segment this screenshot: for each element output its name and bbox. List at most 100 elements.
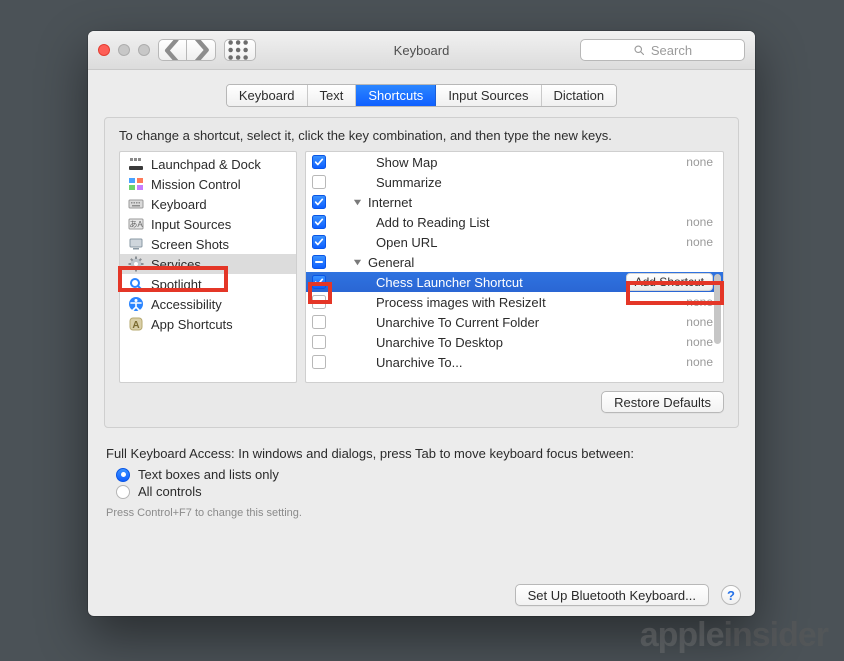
- row-label: Internet: [368, 195, 412, 210]
- shortcut-value: none: [686, 215, 713, 229]
- close-window-button[interactable]: [98, 44, 110, 56]
- tab-keyboard[interactable]: Keyboard: [227, 85, 308, 106]
- tree-item[interactable]: Summarize: [306, 172, 723, 192]
- category-keyboard[interactable]: Keyboard: [120, 194, 296, 214]
- show-all-button[interactable]: [224, 39, 256, 61]
- checkbox[interactable]: [312, 355, 326, 369]
- radio-on[interactable]: [116, 468, 130, 482]
- chevron-right-icon: [187, 39, 215, 61]
- tab-dictation[interactable]: Dictation: [542, 85, 617, 106]
- checkbox[interactable]: [312, 155, 326, 169]
- shortcut-value: none: [686, 295, 713, 309]
- setup-bluetooth-button[interactable]: Set Up Bluetooth Keyboard...: [515, 584, 709, 606]
- tree-item[interactable]: Add to Reading List none: [306, 212, 723, 232]
- svg-text:A: A: [132, 320, 139, 331]
- category-app-shortcuts[interactable]: A App Shortcuts: [120, 314, 296, 334]
- category-label: Services: [151, 257, 201, 272]
- disclosure-triangle-icon[interactable]: [352, 198, 362, 207]
- radio-text-boxes[interactable]: Text boxes and lists only: [116, 467, 737, 482]
- restore-defaults-button[interactable]: Restore Defaults: [601, 391, 724, 413]
- category-mission-control[interactable]: Mission Control: [120, 174, 296, 194]
- shortcut-value: none: [686, 355, 713, 369]
- disclosure-triangle-icon[interactable]: [352, 258, 362, 267]
- row-label: Open URL: [376, 235, 437, 250]
- checkbox[interactable]: [312, 335, 326, 349]
- search-icon: [633, 44, 645, 56]
- category-spotlight[interactable]: Spotlight: [120, 274, 296, 294]
- scrollbar[interactable]: [712, 154, 721, 380]
- category-label: App Shortcuts: [151, 317, 233, 332]
- tree-item[interactable]: Unarchive To Current Folder none: [306, 312, 723, 332]
- row-label: General: [368, 255, 414, 270]
- tree-group[interactable]: General: [306, 252, 723, 272]
- row-label: Summarize: [376, 175, 442, 190]
- tree-item[interactable]: Process images with ResizeItnone: [306, 292, 723, 312]
- checkbox[interactable]: [312, 175, 326, 189]
- category-label: Screen Shots: [151, 237, 229, 252]
- category-screen-shots[interactable]: Screen Shots: [120, 234, 296, 254]
- accessibility-icon: [128, 296, 144, 312]
- radio-all-controls[interactable]: All controls: [116, 484, 737, 499]
- tree-item[interactable]: Chess Launcher Shortcut Add Shortcut: [306, 272, 723, 292]
- category-label: Keyboard: [151, 197, 207, 212]
- shortcut-value: none: [686, 315, 713, 329]
- search-field[interactable]: Search: [580, 39, 745, 61]
- checkbox[interactable]: [312, 295, 326, 309]
- shortcut-value: none: [686, 335, 713, 349]
- row-label: Chess Launcher Shortcut: [376, 275, 523, 290]
- spotlight-icon: [128, 276, 144, 292]
- row-label: Unarchive To Current Folder: [376, 315, 539, 330]
- watermark: appleinsider: [640, 616, 828, 655]
- full-keyboard-access: Full Keyboard Access: In windows and dia…: [106, 446, 737, 519]
- category-services[interactable]: Services: [120, 254, 296, 274]
- chevron-left-icon: [159, 39, 186, 61]
- tree-item[interactable]: Show Mapnone: [306, 152, 723, 172]
- category-launchpad-dock[interactable]: Launchpad & Dock: [120, 154, 296, 174]
- row-label: Unarchive To Desktop: [376, 335, 503, 350]
- minimize-window-button[interactable]: [118, 44, 130, 56]
- shortcuts-tree[interactable]: Show Mapnone Summarize Internet Add to Read…: [305, 151, 724, 383]
- checkbox[interactable]: [312, 275, 326, 289]
- help-button[interactable]: ?: [721, 585, 741, 605]
- zoom-window-button[interactable]: [138, 44, 150, 56]
- add-shortcut-button[interactable]: Add Shortcut: [626, 273, 713, 291]
- keyboard-icon: [128, 196, 144, 212]
- shortcut-value: none: [686, 155, 713, 169]
- category-label: Mission Control: [151, 177, 241, 192]
- tab-text[interactable]: Text: [308, 85, 357, 106]
- checkbox[interactable]: [312, 235, 326, 249]
- input-sources-icon: あA: [128, 216, 144, 232]
- forward-button[interactable]: [187, 40, 215, 60]
- checkbox[interactable]: [312, 215, 326, 229]
- app-shortcuts-icon: A: [128, 316, 144, 332]
- category-input-sources[interactable]: あAInput Sources: [120, 214, 296, 234]
- scrollbar-thumb[interactable]: [714, 274, 721, 344]
- tree-item[interactable]: Unarchive To Desktop none: [306, 332, 723, 352]
- category-label: Launchpad & Dock: [151, 157, 261, 172]
- mission-control-icon: [128, 176, 144, 192]
- search-placeholder: Search: [651, 43, 692, 58]
- tab-shortcuts[interactable]: Shortcuts: [356, 85, 436, 106]
- fka-title: Full Keyboard Access: In windows and dia…: [106, 446, 737, 461]
- shortcuts-panel: To change a shortcut, select it, click t…: [104, 117, 739, 428]
- grid-icon: [225, 35, 255, 65]
- window-controls: [98, 44, 150, 56]
- categories-list[interactable]: Launchpad & Dock Mission Control Keyboard あ…: [119, 151, 297, 383]
- radio-label: Text boxes and lists only: [138, 467, 279, 482]
- tree-group[interactable]: Internet: [306, 192, 723, 212]
- checkbox[interactable]: [312, 315, 326, 329]
- category-label: Spotlight: [151, 277, 202, 292]
- tree-item[interactable]: Open URLnone: [306, 232, 723, 252]
- back-button[interactable]: [159, 40, 187, 60]
- instruction-text: To change a shortcut, select it, click t…: [119, 128, 724, 143]
- back-forward-buttons: [158, 39, 216, 61]
- radio-off[interactable]: [116, 485, 130, 499]
- tab-input-sources[interactable]: Input Sources: [436, 85, 541, 106]
- svg-text:あA: あA: [129, 220, 143, 229]
- tree-item[interactable]: Unarchive To...none: [306, 352, 723, 372]
- checkbox[interactable]: [312, 195, 326, 209]
- checkbox[interactable]: [312, 255, 326, 269]
- category-accessibility[interactable]: Accessibility: [120, 294, 296, 314]
- row-label: Add to Reading List: [376, 215, 489, 230]
- screenshots-icon: [128, 236, 144, 252]
